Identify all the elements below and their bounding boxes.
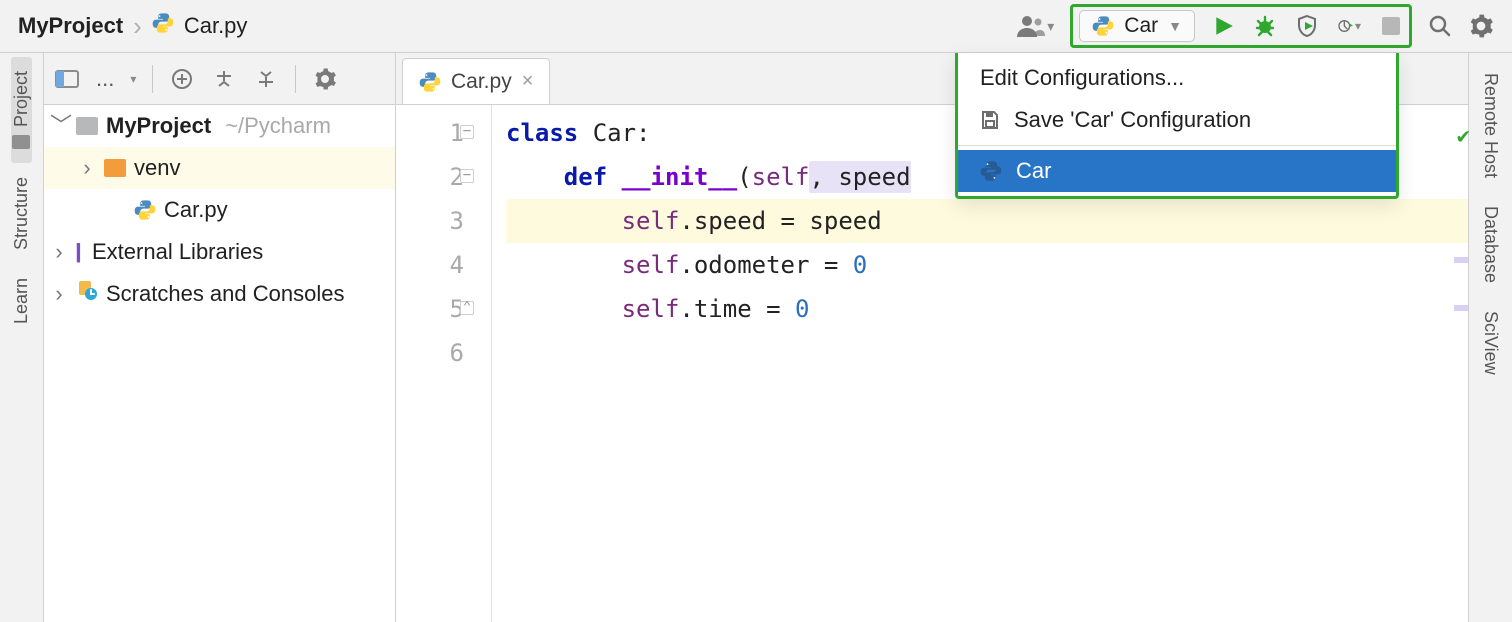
line-number[interactable]: 6 bbox=[396, 331, 464, 375]
tree-node-label: MyProject bbox=[106, 105, 211, 147]
dropdown-item-label: Car bbox=[1016, 158, 1051, 184]
dropdown-triangle-icon: ▼ bbox=[1168, 18, 1182, 34]
line-number[interactable]: 4 bbox=[396, 243, 464, 287]
editor-gutter[interactable]: 1− 2− 3 4 5⌃ 6 bbox=[396, 105, 492, 622]
line-number[interactable]: 5⌃ bbox=[396, 287, 464, 331]
scratches-icon bbox=[76, 273, 98, 315]
project-toolbar: ...▾ bbox=[44, 53, 395, 105]
tree-node-venv[interactable]: › venv bbox=[44, 147, 395, 189]
code-line[interactable] bbox=[506, 331, 1468, 375]
project-tool-window: ...▾ ﹀ MyProject ~/Pycharm › venv bbox=[44, 53, 396, 622]
run-button[interactable] bbox=[1213, 15, 1235, 37]
excluded-folder-icon bbox=[104, 159, 126, 177]
expand-toggle-icon[interactable]: ﹀ bbox=[50, 105, 68, 147]
run-config-selector[interactable]: Car ▼ bbox=[1079, 10, 1195, 42]
line-number[interactable]: 3 bbox=[396, 199, 464, 243]
close-tab-button[interactable]: × bbox=[522, 70, 534, 93]
python-file-icon bbox=[419, 71, 441, 93]
inspection-ok-icon[interactable]: ✔ bbox=[1457, 115, 1470, 159]
expand-toggle-icon[interactable]: › bbox=[50, 273, 68, 315]
dropdown-item-label: Edit Configurations... bbox=[980, 65, 1184, 91]
tool-tab-learn[interactable]: Learn bbox=[11, 264, 32, 338]
dropdown-item-label: Save 'Car' Configuration bbox=[1014, 107, 1251, 133]
editor-tab-car[interactable]: Car.py × bbox=[402, 58, 550, 104]
fold-toggle-icon[interactable]: − bbox=[460, 125, 474, 139]
right-tool-rail: Remote Host Database SciView bbox=[1468, 53, 1512, 622]
expand-all-button[interactable] bbox=[211, 66, 237, 92]
dropdown-save-configuration[interactable]: Save 'Car' Configuration bbox=[958, 99, 1396, 141]
run-toolbar-highlight: Car ▼ ▾ bbox=[1070, 4, 1412, 48]
tool-tab-remote-host[interactable]: Remote Host bbox=[1480, 59, 1501, 192]
tree-node-scratches[interactable]: › Scratches and Consoles bbox=[44, 273, 395, 315]
tree-node-hint: ~/Pycharm bbox=[225, 105, 331, 147]
user-icon[interactable]: ▾ bbox=[1009, 8, 1062, 44]
line-number[interactable]: 1− bbox=[396, 111, 464, 155]
expand-toggle-icon[interactable]: › bbox=[50, 231, 68, 273]
debug-button[interactable] bbox=[1253, 13, 1277, 39]
tool-tab-label: SciView bbox=[1480, 311, 1501, 375]
code-line[interactable]: self.speed = speed bbox=[506, 199, 1468, 243]
navigation-bar: MyProject › Car.py ▾ Car ▼ ▾ bbox=[0, 0, 1512, 53]
tool-tab-structure-label: Structure bbox=[11, 177, 32, 250]
line-number[interactable]: 2− bbox=[396, 155, 464, 199]
tool-tab-label: Remote Host bbox=[1480, 73, 1501, 178]
stop-button[interactable] bbox=[1379, 17, 1403, 35]
tool-tab-project-label: Project bbox=[11, 71, 32, 127]
fold-end-icon[interactable]: ⌃ bbox=[460, 301, 474, 315]
tool-tab-sciview[interactable]: SciView bbox=[1480, 297, 1501, 389]
project-view-combo[interactable] bbox=[54, 66, 80, 92]
fold-toggle-icon[interactable]: − bbox=[460, 169, 474, 183]
dropdown-edit-configurations[interactable]: Edit Configurations... bbox=[958, 57, 1396, 99]
select-opened-file-button[interactable] bbox=[169, 66, 195, 92]
chevron-right-icon: › bbox=[133, 11, 142, 42]
collapse-all-button[interactable] bbox=[253, 66, 279, 92]
tool-tab-label: Database bbox=[1480, 206, 1501, 283]
tool-tab-database[interactable]: Database bbox=[1480, 192, 1501, 297]
breadcrumb-project[interactable]: MyProject bbox=[18, 13, 123, 39]
tree-node-label: venv bbox=[134, 147, 180, 189]
save-icon bbox=[980, 110, 1000, 130]
run-with-coverage-button[interactable] bbox=[1295, 14, 1319, 38]
folder-icon bbox=[76, 117, 98, 135]
project-tree[interactable]: ﹀ MyProject ~/Pycharm › venv Car.py › ||… bbox=[44, 105, 395, 622]
code-line[interactable]: self.time = 0 bbox=[506, 287, 1468, 331]
tool-tab-learn-label: Learn bbox=[11, 278, 32, 324]
python-file-icon bbox=[152, 12, 174, 40]
ide-settings-button[interactable] bbox=[1460, 7, 1502, 45]
project-settings-button[interactable] bbox=[312, 66, 338, 92]
tree-node-label: Car.py bbox=[164, 189, 228, 231]
stripe-marker[interactable] bbox=[1454, 257, 1468, 263]
run-config-name: Car bbox=[1124, 14, 1158, 38]
breadcrumb[interactable]: MyProject › Car.py bbox=[18, 11, 247, 42]
tree-node-external-libraries[interactable]: › ||| External Libraries bbox=[44, 231, 395, 273]
dropdown-config-car[interactable]: Car bbox=[958, 150, 1396, 192]
tool-tab-project[interactable]: Project bbox=[11, 57, 32, 163]
project-view-label[interactable]: ... bbox=[96, 66, 114, 92]
stripe-marker[interactable] bbox=[1454, 305, 1468, 311]
tree-node-car-py[interactable]: Car.py bbox=[44, 189, 395, 231]
breadcrumb-file[interactable]: Car.py bbox=[184, 13, 248, 39]
python-file-icon bbox=[980, 160, 1002, 182]
profile-button[interactable]: ▾ bbox=[1337, 14, 1361, 38]
tool-tab-structure[interactable]: Structure bbox=[11, 163, 32, 264]
python-file-icon bbox=[134, 199, 156, 221]
tree-node-label: Scratches and Consoles bbox=[106, 273, 344, 315]
expand-toggle-icon[interactable]: › bbox=[78, 147, 96, 189]
dropdown-separator bbox=[958, 145, 1396, 146]
left-tool-rail: Project Structure Learn bbox=[0, 53, 44, 622]
tree-node-project-root[interactable]: ﹀ MyProject ~/Pycharm bbox=[44, 105, 395, 147]
editor-error-stripe[interactable]: ✔ bbox=[1452, 105, 1468, 622]
editor-tab-label: Car.py bbox=[451, 70, 512, 94]
tree-node-label: External Libraries bbox=[92, 231, 263, 273]
run-config-dropdown: Edit Configurations... Save 'Car' Config… bbox=[955, 53, 1399, 199]
search-everywhere-button[interactable] bbox=[1420, 8, 1460, 44]
code-line[interactable]: self.odometer = 0 bbox=[506, 243, 1468, 287]
